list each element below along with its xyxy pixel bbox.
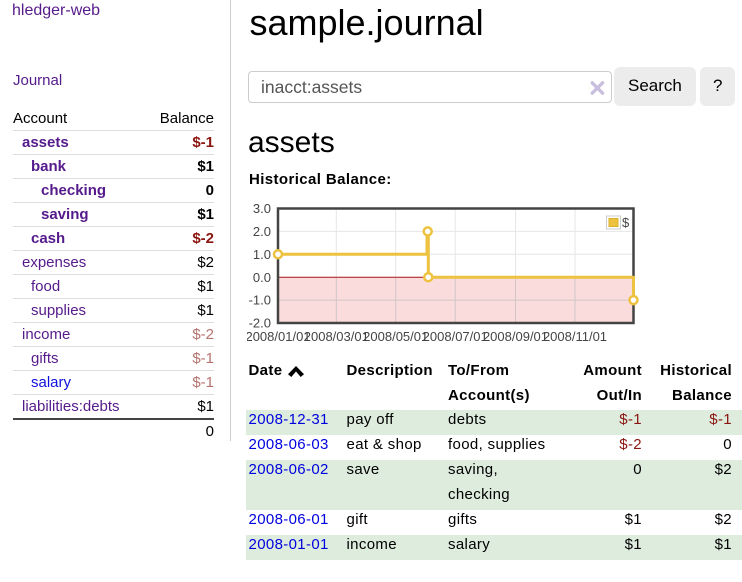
svg-text:2.0: 2.0 bbox=[253, 224, 271, 239]
svg-text:3.0: 3.0 bbox=[253, 201, 271, 216]
svg-text:2008/09/01: 2008/09/01 bbox=[483, 329, 548, 344]
svg-text:$: $ bbox=[622, 215, 630, 230]
svg-text:2008/03/01: 2008/03/01 bbox=[304, 329, 369, 344]
svg-text:2008/01/01: 2008/01/01 bbox=[247, 329, 311, 344]
svg-text:2008/11/01: 2008/11/01 bbox=[543, 329, 607, 344]
svg-text:1.0: 1.0 bbox=[253, 247, 271, 262]
svg-text:2008/07/01: 2008/07/01 bbox=[423, 329, 488, 344]
svg-text:0.0: 0.0 bbox=[253, 270, 271, 285]
svg-text:-1.0: -1.0 bbox=[249, 293, 271, 308]
svg-text:2008/05/01: 2008/05/01 bbox=[363, 329, 428, 344]
